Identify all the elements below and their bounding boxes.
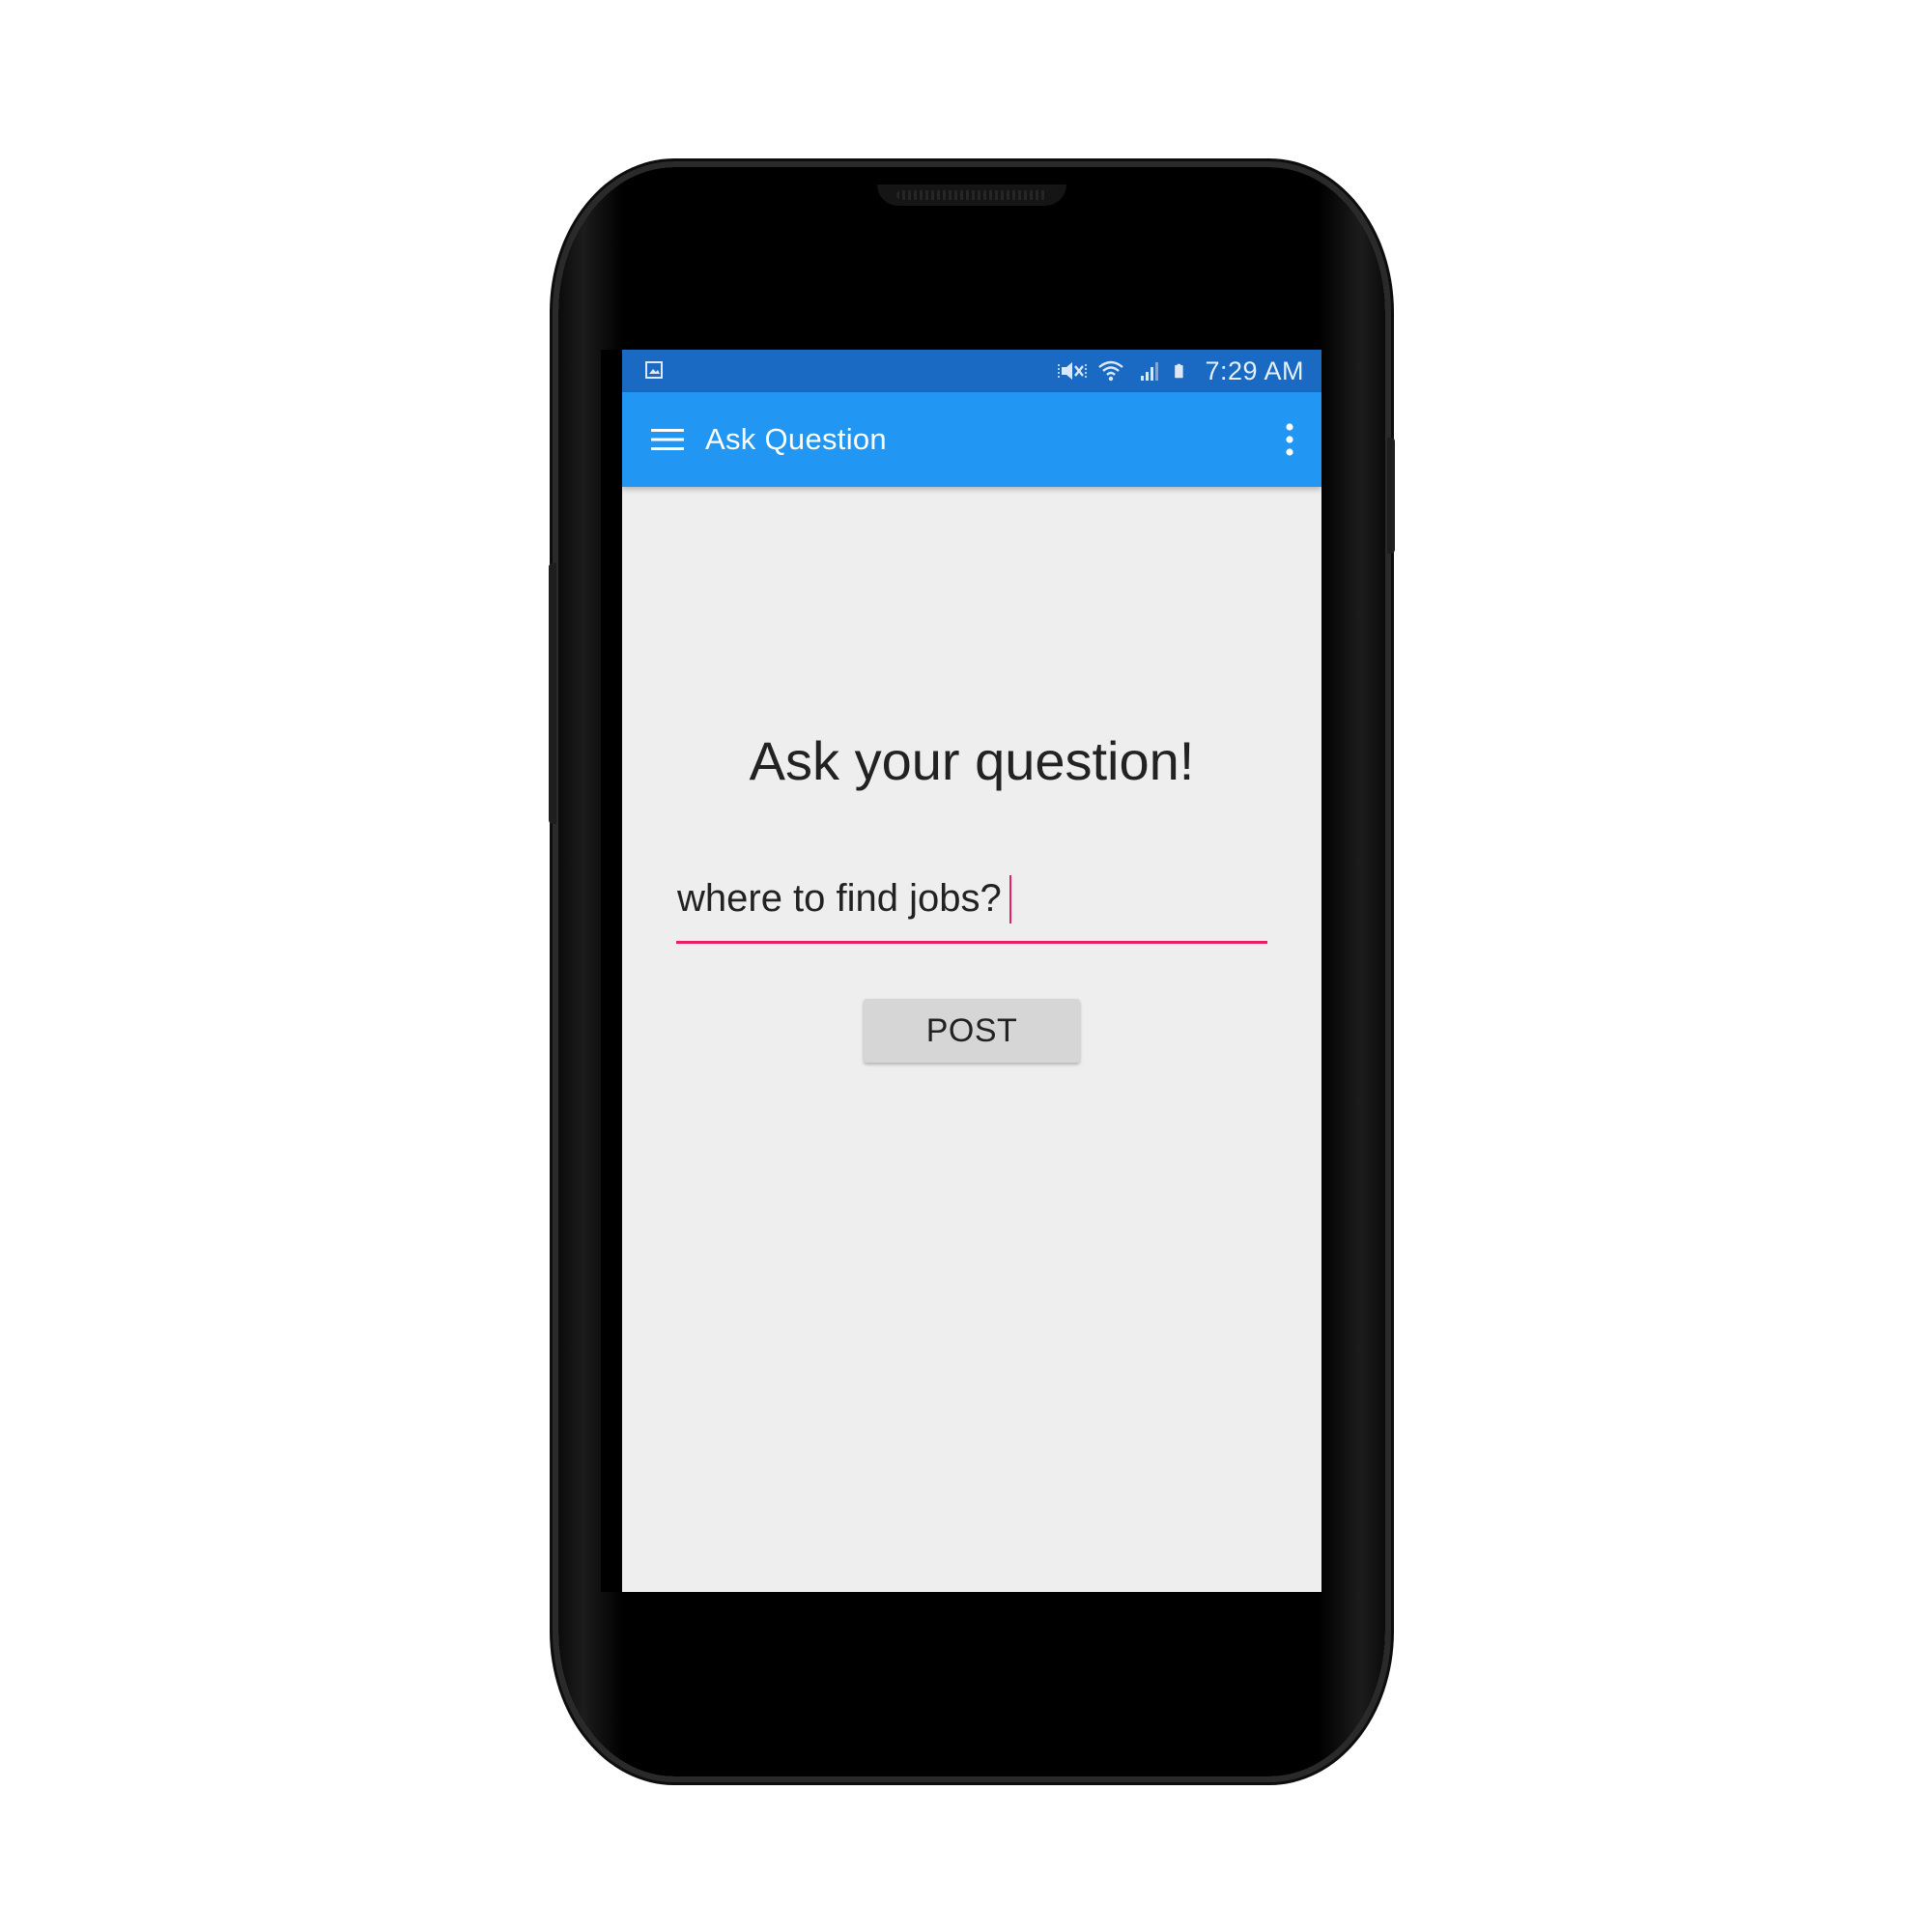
- page-heading: Ask your question!: [749, 730, 1195, 791]
- power-button: [1387, 438, 1395, 554]
- mute-icon: [1058, 362, 1088, 380]
- battery-icon: [1175, 363, 1184, 379]
- hamburger-menu-icon[interactable]: [651, 426, 684, 453]
- question-field[interactable]: [676, 869, 1267, 931]
- app-bar: Ask Question: [622, 392, 1321, 487]
- question-input-underline: [676, 941, 1267, 944]
- question-input[interactable]: [676, 869, 1267, 927]
- text-caret: [1009, 875, 1011, 923]
- app-screen: 7:29 AM Ask Question Ask your question!: [622, 350, 1321, 1592]
- status-bar: 7:29 AM: [622, 350, 1321, 392]
- speaker-grille: [896, 190, 1047, 200]
- status-time: 7:29 AM: [1205, 355, 1304, 385]
- wifi-icon: [1098, 360, 1124, 382]
- image-notification-icon: [645, 361, 663, 379]
- volume-button: [549, 563, 556, 824]
- more-vert-icon[interactable]: [1283, 421, 1296, 458]
- post-button[interactable]: POST: [864, 999, 1080, 1063]
- app-title: Ask Question: [705, 422, 887, 456]
- signal-icon: [1141, 362, 1159, 381]
- status-icons: 7:29 AM: [1058, 350, 1304, 392]
- device-frame-stage: 7:29 AM Ask Question Ask your question!: [0, 0, 1932, 1932]
